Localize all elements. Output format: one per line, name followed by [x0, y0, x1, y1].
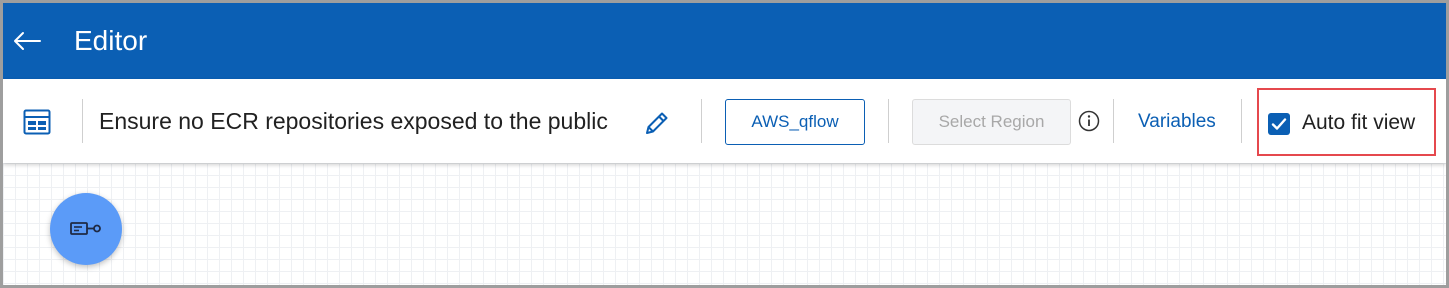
edit-title-button[interactable]: [640, 106, 674, 140]
select-region-button[interactable]: Select Region: [912, 99, 1071, 145]
app-header: Editor: [3, 3, 1446, 79]
auto-fit-highlight: Auto fit view: [1257, 88, 1436, 156]
region-info-button[interactable]: [1077, 109, 1101, 133]
checkmark-icon: [1271, 118, 1287, 130]
flow-canvas[interactable]: [3, 163, 1446, 285]
toolbar-divider: [888, 99, 889, 143]
auto-fit-checkbox[interactable]: [1268, 113, 1290, 135]
auto-fit-label[interactable]: Auto fit view: [1302, 111, 1415, 135]
trigger-node-icon: [70, 222, 101, 235]
toolbar-divider: [1113, 99, 1114, 143]
toolbar-divider: [1241, 99, 1242, 143]
variables-link[interactable]: Variables: [1138, 111, 1216, 133]
back-button[interactable]: [9, 23, 45, 59]
layout-panel-icon: [23, 109, 51, 135]
page-title: Editor: [74, 25, 148, 56]
account-button[interactable]: AWS_qflow: [725, 99, 865, 145]
info-icon: [1078, 110, 1100, 132]
editor-window: Editor Ensure no ECR repositories expose…: [0, 0, 1449, 288]
flow-title: Ensure no ECR repositories exposed to th…: [99, 108, 608, 134]
layout-button[interactable]: [21, 106, 53, 138]
pencil-icon: [646, 112, 668, 134]
toolbar-divider: [82, 99, 83, 143]
arrow-left-icon: [14, 32, 41, 50]
toolbar-divider: [701, 99, 702, 143]
editor-toolbar: Ensure no ECR repositories exposed to th…: [3, 79, 1446, 163]
start-node[interactable]: [50, 193, 122, 265]
